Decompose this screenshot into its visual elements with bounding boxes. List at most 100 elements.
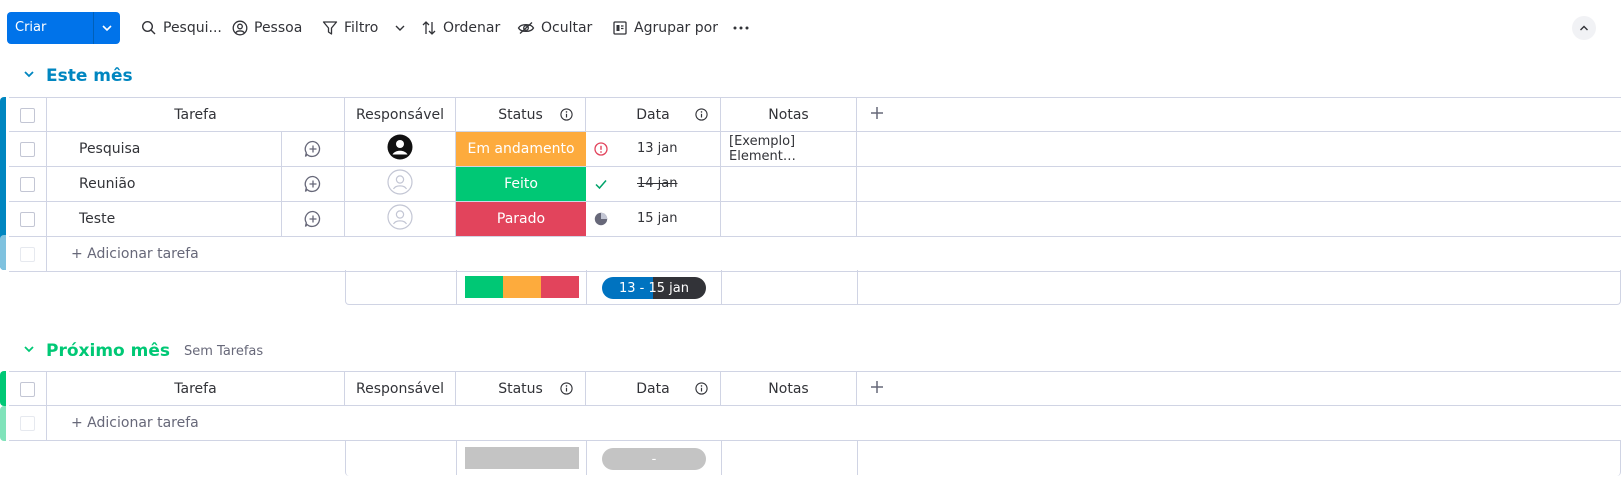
task-name[interactable]: Reunião: [79, 176, 136, 192]
group-header-proximo-mes[interactable]: Próximo mês Sem Tarefas: [22, 341, 263, 361]
column-header-owner[interactable]: Responsável: [345, 372, 456, 406]
hide-label: Ocultar: [541, 20, 593, 36]
person-label: Pessoa: [254, 20, 303, 36]
summary-date-cell[interactable]: 13 - 15 jan: [587, 270, 722, 304]
empty-avatar-icon[interactable]: [387, 204, 413, 234]
row-checkbox[interactable]: [20, 176, 35, 192]
notes-cell[interactable]: [Exemplo] Element…: [721, 132, 857, 166]
search-icon: [141, 20, 157, 36]
select-all-checkbox[interactable]: [20, 381, 35, 397]
collapse-header-icon[interactable]: [1572, 16, 1596, 40]
add-task-button[interactable]: + Adicionar tarefa: [71, 246, 199, 262]
person-icon: [232, 20, 248, 36]
task-cell[interactable]: Teste: [47, 202, 345, 236]
column-header-date[interactable]: Data: [586, 98, 721, 132]
sort-button[interactable]: Ordenar: [421, 14, 500, 42]
row-check-cell: [9, 237, 47, 271]
plus-icon[interactable]: [869, 379, 885, 399]
add-update-icon[interactable]: [281, 132, 344, 166]
person-filter-button[interactable]: Pessoa: [232, 14, 302, 42]
chevron-down-icon[interactable]: [22, 66, 36, 86]
info-icon[interactable]: [695, 108, 708, 125]
status-bar-segment-stuck[interactable]: [541, 276, 579, 298]
status-cell[interactable]: Em andamento: [456, 132, 586, 166]
add-task-button[interactable]: + Adicionar tarefa: [71, 415, 199, 431]
owner-cell[interactable]: [345, 132, 456, 166]
task-cell[interactable]: Reunião: [47, 167, 345, 201]
more-options-icon[interactable]: [732, 14, 750, 42]
select-all-checkbox[interactable]: [20, 107, 35, 123]
notes-value: [Exemplo] Element…: [729, 134, 796, 164]
info-icon[interactable]: [560, 108, 573, 125]
column-header-date[interactable]: Data: [586, 372, 721, 406]
filter-button[interactable]: Filtro: [322, 14, 406, 42]
status-bar-empty[interactable]: [465, 447, 579, 469]
search-button[interactable]: Pesqui...: [141, 14, 222, 42]
column-header-task[interactable]: Tarefa: [47, 98, 345, 132]
summary-status-cell[interactable]: [457, 441, 587, 475]
info-icon[interactable]: [560, 382, 573, 399]
date-range-pill[interactable]: -: [602, 448, 706, 470]
group-by-button[interactable]: Agrupar por: [612, 14, 718, 42]
table-row[interactable]: Pesquisa Em andamento 13 jan [Exemplo] E…: [9, 132, 1621, 167]
task-name[interactable]: Teste: [79, 211, 115, 227]
date-cell[interactable]: 13 jan: [586, 132, 721, 166]
row-checkbox[interactable]: [20, 211, 35, 227]
chevron-down-icon[interactable]: [94, 12, 120, 44]
add-update-icon[interactable]: [281, 202, 344, 236]
date-cell[interactable]: 14 jan: [586, 167, 721, 201]
notes-cell[interactable]: [721, 202, 857, 236]
table-row[interactable]: Teste Parado 15 jan: [9, 202, 1621, 237]
column-header-notes[interactable]: Notas: [721, 372, 857, 406]
column-header-task[interactable]: Tarefa: [47, 372, 345, 406]
add-task-row[interactable]: + Adicionar tarefa: [9, 237, 1621, 272]
eye-off-icon: [517, 20, 535, 36]
group-by-label: Agrupar por: [634, 20, 718, 36]
chevron-down-icon[interactable]: [22, 341, 36, 361]
group-title[interactable]: Este mês: [46, 66, 133, 86]
row-checkbox[interactable]: [20, 141, 35, 157]
add-column-button[interactable]: [857, 372, 897, 406]
task-cell[interactable]: Pesquisa: [47, 132, 345, 166]
alert-icon: [594, 142, 608, 160]
chevron-down-icon[interactable]: [394, 22, 406, 34]
add-update-icon[interactable]: [281, 167, 344, 201]
column-header-owner[interactable]: Responsável: [345, 98, 456, 132]
search-label: Pesqui...: [163, 20, 222, 36]
summary-date-cell[interactable]: -: [587, 441, 722, 475]
status-label[interactable]: Feito: [456, 167, 586, 201]
status-bar-segment-working[interactable]: [503, 276, 541, 298]
add-task-row[interactable]: + Adicionar tarefa: [9, 406, 1621, 441]
add-column-button[interactable]: [857, 98, 897, 132]
group-title[interactable]: Próximo mês: [46, 341, 170, 361]
status-bar-segment-done[interactable]: [465, 276, 503, 298]
row-check-cell: [9, 406, 47, 440]
column-header-notes[interactable]: Notas: [721, 98, 857, 132]
create-task-label[interactable]: Criar tarefa: [7, 12, 94, 44]
date-cell[interactable]: 15 jan: [586, 202, 721, 236]
notes-cell[interactable]: [721, 167, 857, 201]
task-name[interactable]: Pesquisa: [79, 141, 140, 157]
date-range-pill[interactable]: 13 - 15 jan: [602, 277, 706, 299]
column-header-status[interactable]: Status: [456, 98, 586, 132]
group-header-este-mes[interactable]: Este mês: [22, 66, 133, 86]
row-check-cell: [9, 132, 47, 166]
status-label[interactable]: Parado: [456, 202, 586, 236]
status-cell[interactable]: Parado: [456, 202, 586, 236]
owner-cell[interactable]: [345, 202, 456, 236]
info-icon[interactable]: [695, 382, 708, 399]
create-task-button[interactable]: Criar tarefa: [7, 12, 120, 44]
plus-icon[interactable]: [869, 105, 885, 125]
status-label[interactable]: Em andamento: [456, 132, 586, 166]
hide-button[interactable]: Ocultar: [517, 14, 592, 42]
empty-avatar-icon[interactable]: [387, 169, 413, 199]
summary-notes-cell: [722, 270, 858, 304]
table-row[interactable]: Reunião Feito 14 jan: [9, 167, 1621, 202]
column-header-status[interactable]: Status: [456, 372, 586, 406]
avatar-icon[interactable]: [387, 134, 413, 164]
status-cell[interactable]: Feito: [456, 167, 586, 201]
table-header-row: Tarefa Responsável Status Data Notas: [9, 371, 1621, 406]
summary-status-cell[interactable]: [457, 270, 587, 304]
owner-cell[interactable]: [345, 167, 456, 201]
group-by-icon: [612, 20, 628, 36]
